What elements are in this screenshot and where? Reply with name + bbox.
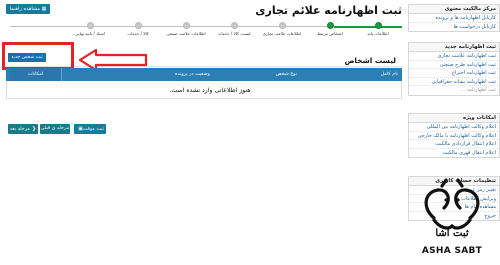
next-step-button[interactable]: ❮مرحله بعد	[8, 124, 38, 134]
temporary-save-label: ثبت موقت	[82, 127, 104, 132]
empty-table-message: هنوز اطلاعاتی وارد نشده است.	[169, 87, 251, 94]
show-guide-label: مشاهده راهنما	[9, 6, 41, 12]
step-goods-list[interactable]: لیست کالا / خدمات	[210, 22, 258, 36]
show-guide-button[interactable]: ▦ مشاهده راهنما	[6, 4, 50, 14]
sidebar-item-applications-cartable[interactable]: کارتابل اظهارنامه ها و پرونده	[409, 14, 499, 23]
step-label: لیست کالا / خدمات	[217, 31, 251, 36]
step-dot	[134, 22, 142, 29]
sidebar-box-special-features: امکانات ویژه اعلام وکالت اظهارنامه بین ا…	[408, 113, 500, 158]
section-title: لیست اشخاص	[344, 56, 396, 65]
sidebar-item-geographical-indication[interactable]: ثبت اظهارنامه نشانه جغرافیایی	[409, 78, 499, 86]
previous-step-button[interactable]: مرحله ی قبلی ❯	[40, 124, 70, 142]
watermark-text-en: ASHA SABT	[421, 246, 483, 256]
step-label: اشخاص مرتبط	[317, 31, 343, 36]
sidebar-item-other[interactable]: ثبت اظهارنامه ...	[409, 86, 499, 95]
previous-step-label: مرحله ی قبلی	[40, 126, 70, 131]
guide-icon: ▦	[41, 6, 47, 12]
sidebar-item-forced-transfer[interactable]: اعلام انتقال قهری مالکیت	[409, 149, 499, 158]
chevron-left-icon: ❮	[31, 126, 37, 132]
column-header-actions: امکانات	[10, 68, 62, 81]
step-trademark-info[interactable]: اطلاعات علامت تجاری	[258, 22, 306, 36]
sidebar-box-ip-center: مرکز مالکیت معنوی کارتابل اظهارنامه ها و…	[408, 4, 500, 32]
sidebar-item-industrial-design[interactable]: ثبت اظهارنامه طرح صنعتی	[409, 61, 499, 69]
persons-table-header: نام کامل نوع شخص وضعیت در پرونده امکانات	[6, 68, 402, 81]
watermark-text-fa: ثبت آشا	[435, 228, 469, 239]
column-header-name: نام کامل	[380, 72, 398, 77]
temporary-save-button[interactable]: ثبت موقت▣	[74, 124, 106, 134]
step-industrial-info[interactable]: اطلاعات علامت صنعتی	[162, 22, 210, 36]
step-label: اطلاعات علامت صنعتی	[166, 31, 206, 36]
step-label: کالا / خدمات	[127, 31, 149, 36]
next-step-label: مرحله بعد	[9, 127, 30, 132]
sidebar-box-title: امکانات ویژه	[409, 114, 499, 123]
step-dot	[326, 22, 334, 29]
sidebar-item-patent[interactable]: ثبت اظهارنامه اختراع	[409, 69, 499, 78]
chevron-right-icon: ❯	[53, 136, 59, 142]
page-title: ثبت اظهارنامه علائم تجاری	[255, 4, 402, 17]
step-dot	[278, 22, 286, 29]
sidebar-item-trademark[interactable]: ثبت اظهارنامه علامت تجاری	[409, 52, 499, 61]
sidebar-item-foreign-owner-attorney[interactable]: اعلام وکالت اظهارنامه با مالک خارجی	[409, 132, 499, 140]
sidebar-item-contract-transfer[interactable]: اعلام انتقال قراردادی مالکیت	[409, 140, 499, 149]
step-dot	[374, 22, 382, 29]
step-basic-info[interactable]: اطلاعات پایه	[354, 22, 402, 36]
annotation-highlight-box	[2, 42, 74, 70]
sidebar-box-title: ثبت اظهارنامه جدید	[409, 43, 499, 52]
step-dot	[86, 22, 94, 29]
sidebar-box-new-application: ثبت اظهارنامه جدید ثبت اظهارنامه علامت ت…	[408, 42, 500, 96]
step-label: اسناد / تایید نهایی	[75, 31, 105, 36]
sidebar-box-title: مرکز مالکیت معنوی	[409, 5, 499, 14]
step-documents-final[interactable]: اسناد / تایید نهایی	[66, 22, 114, 36]
step-label: اطلاعات پایه	[367, 31, 389, 36]
sidebar-item-intl-attorney[interactable]: اعلام وکالت اظهارنامه بین المللی	[409, 123, 499, 132]
column-header-type: نوع شخص	[275, 72, 297, 77]
step-related-persons[interactable]: اشخاص مرتبط	[306, 22, 354, 36]
step-label: اطلاعات علامت تجاری	[262, 31, 302, 36]
column-header-status: وضعیت در پرونده	[174, 72, 210, 77]
step-dot	[230, 22, 238, 29]
sidebar-item-requests-cartable[interactable]: کارتابل درخواست ها	[409, 23, 499, 32]
step-dot	[182, 22, 190, 29]
step-goods-services[interactable]: کالا / خدمات	[114, 22, 162, 36]
